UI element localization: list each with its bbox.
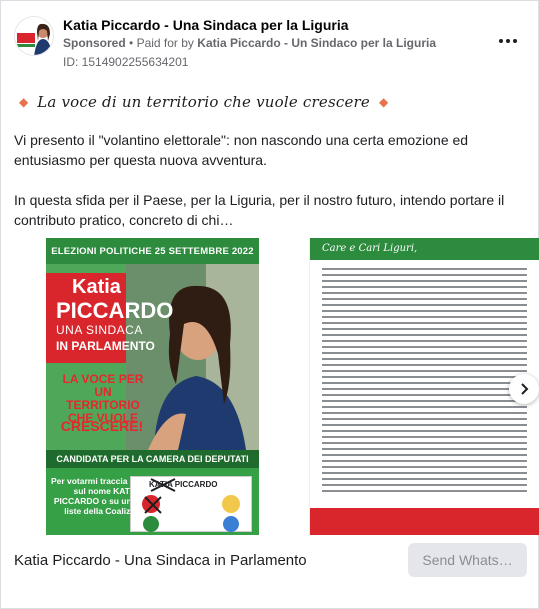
poster-subtitle-1: UNA SINDACA	[56, 323, 143, 337]
carousel-card-title[interactable]: Katia Piccardo - Una Sindaca in Parlamen…	[14, 552, 307, 569]
poster-slogan-2: CRESCERE!	[60, 418, 144, 434]
send-whatsapp-button[interactable]: Send Whats…	[408, 543, 527, 577]
more-dot	[513, 39, 517, 43]
ad-text-paragraph-2: In questa sfida per il Paese, per la Lig…	[14, 192, 505, 228]
image-carousel[interactable]: ELEZIONI POLITICHE 25 SETTEMBRE 2022 Kat…	[1, 238, 539, 535]
tagline: ◆ La voce di un territorio che vuole cre…	[19, 93, 388, 111]
ad-card: Katia Piccardo - Una Sindaca per la Ligu…	[0, 0, 539, 609]
ad-id: ID: 1514902255634201	[63, 55, 189, 69]
letter-footer-band	[310, 508, 539, 535]
poster-first-name: Katia	[72, 276, 121, 298]
letter-heading: Care e Cari Liguri,	[310, 238, 539, 260]
poster-election-banner: ELEZIONI POLITICHE 25 SETTEMBRE 2022	[46, 238, 259, 264]
more-dot	[506, 39, 510, 43]
chevron-right-icon	[521, 383, 529, 395]
poster-candidacy-band: CANDIDATA PER LA CAMERA DEI DEPUTATI	[46, 450, 259, 468]
poster-ballot: KATIA PICCARDO	[130, 476, 252, 532]
poster-last-name: PICCARDO	[56, 298, 174, 323]
paid-for-by-link[interactable]: Katia Piccardo - Un Sindaco per la Ligur…	[197, 36, 436, 50]
carousel-next-button[interactable]	[509, 374, 539, 404]
sponsored-line: Sponsored • Paid for by Katia Piccardo -…	[63, 36, 436, 50]
ballot-logos	[142, 478, 240, 532]
separator-dot: •	[129, 36, 134, 50]
poster-subtitle-2: IN PARLAMENTO	[56, 339, 155, 353]
carousel-slide-letter[interactable]: Care e Cari Liguri,	[309, 238, 539, 535]
more-options-button[interactable]	[495, 31, 521, 51]
paid-for-by-prefix: Paid for by	[136, 36, 194, 50]
carousel-slide-poster[interactable]: ELEZIONI POLITICHE 25 SETTEMBRE 2022 Kat…	[46, 238, 259, 535]
diamond-icon: ◆	[378, 95, 389, 109]
tagline-text: La voce di un territorio che vuole cresc…	[37, 93, 370, 111]
diamond-icon: ◆	[19, 95, 29, 109]
page-name[interactable]: Katia Piccardo - Una Sindaca per la Ligu…	[63, 17, 349, 33]
ad-text-paragraph-1: Vi presento il "volantino elettorale": n…	[14, 132, 469, 168]
letter-text-lines	[322, 268, 527, 496]
sponsored-label: Sponsored	[63, 36, 126, 50]
avatar-image	[15, 17, 53, 55]
more-horizontal-icon	[499, 39, 503, 43]
page-avatar[interactable]	[14, 16, 54, 56]
